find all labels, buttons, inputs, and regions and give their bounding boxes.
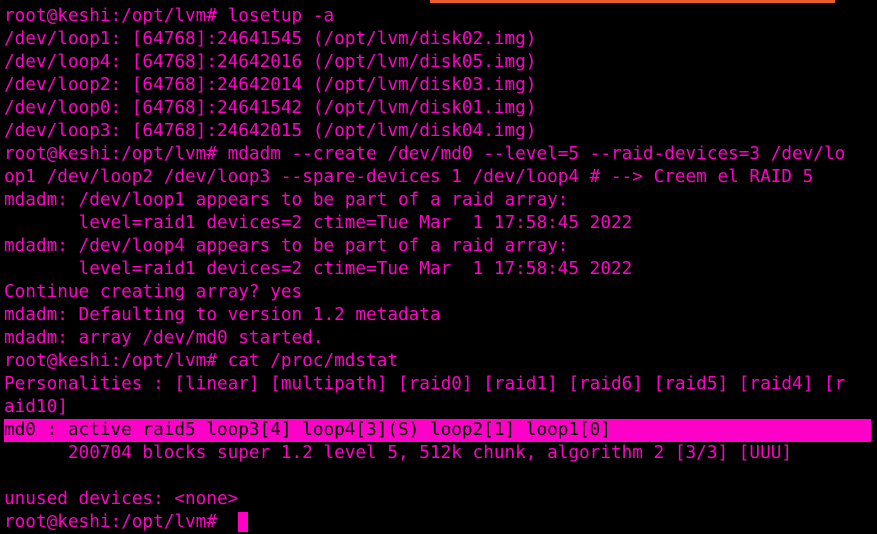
output-line: level=raid1 devices=2 ctime=Tue Mar 1 17… [4, 259, 633, 279]
text-cursor [237, 512, 248, 532]
output-line: /dev/loop4: [64768]:24642016 (/opt/lvm/d… [4, 52, 537, 72]
prompt-text: root@keshi:/opt/lvm# [4, 512, 228, 532]
output-line: 200704 blocks super 1.2 level 5, 512k ch… [4, 443, 793, 463]
output-line: unused devices: <none> [4, 489, 239, 509]
output-line: /dev/loop0: [64768]:24641542 (/opt/lvm/d… [4, 98, 537, 118]
terminal-window[interactable]: root@keshi:/opt/lvm# losetup -a /dev/loo… [0, 0, 877, 534]
highlighted-output-line: md0 : active raid5 loop3[4] loop4[3](S) … [4, 419, 871, 442]
window-top-accent [430, 0, 835, 3]
output-line: /dev/loop1: [64768]:24641545 (/opt/lvm/d… [4, 29, 537, 49]
output-line: mdadm: /dev/loop4 appears to be part of … [4, 236, 569, 256]
output-line: mdadm: Defaulting to version 1.2 metadat… [4, 305, 441, 325]
output-line: /dev/loop3: [64768]:24642015 (/opt/lvm/d… [4, 121, 537, 141]
output-line: root@keshi:/opt/lvm# losetup -a [4, 6, 335, 26]
output-line: aid10] [4, 397, 68, 417]
output-line: op1 /dev/loop2 /dev/loop3 --spare-device… [4, 167, 814, 187]
output-line: root@keshi:/opt/lvm# cat /proc/mdstat [4, 351, 399, 371]
output-line: root@keshi:/opt/lvm# mdadm --create /dev… [4, 144, 846, 164]
prompt-line[interactable]: root@keshi:/opt/lvm# [4, 511, 873, 534]
terminal-output: root@keshi:/opt/lvm# losetup -a /dev/loo… [4, 5, 873, 534]
output-line: level=raid1 devices=2 ctime=Tue Mar 1 17… [4, 213, 633, 233]
output-line: Continue creating array? yes [4, 282, 303, 302]
output-line: mdadm: /dev/loop1 appears to be part of … [4, 190, 569, 210]
output-line: /dev/loop2: [64768]:24642014 (/opt/lvm/d… [4, 75, 537, 95]
output-line: mdadm: array /dev/md0 started. [4, 328, 324, 348]
output-line: Personalities : [linear] [multipath] [ra… [4, 374, 846, 394]
